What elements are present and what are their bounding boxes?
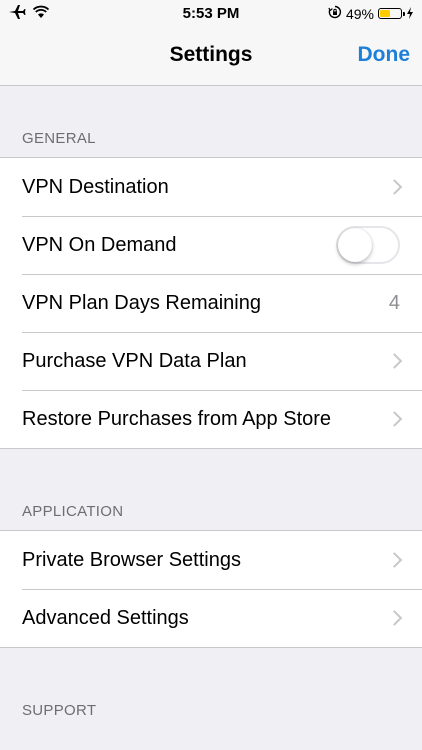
battery-fill — [380, 10, 390, 17]
orientation-lock-icon — [328, 5, 342, 22]
section-header-support: SUPPORT — [22, 702, 97, 719]
vpn-plan-days-row: VPN Plan Days Remaining 4 — [0, 274, 422, 332]
battery-tip — [403, 12, 405, 16]
battery-percent: 49% — [345, 5, 374, 22]
section-header-application: APPLICATION — [22, 503, 124, 520]
vpn-destination-row[interactable]: VPN Destination — [0, 158, 422, 216]
row-label: Private Browser Settings — [22, 548, 241, 571]
battery-icon — [378, 8, 405, 19]
status-right: 49% — [328, 5, 414, 22]
row-label: Purchase VPN Data Plan — [22, 349, 247, 372]
charging-bolt-icon — [406, 6, 414, 22]
row-label: Advanced Settings — [22, 606, 189, 629]
application-group: Private Browser Settings Advanced Settin… — [0, 530, 422, 648]
restore-purchases-row[interactable]: Restore Purchases from App Store — [0, 390, 422, 448]
advanced-settings-row[interactable]: Advanced Settings — [0, 589, 422, 647]
vpn-on-demand-toggle[interactable] — [336, 226, 400, 264]
row-label: VPN Destination — [22, 175, 169, 198]
section-header-general: GENERAL — [22, 130, 96, 147]
row-label: Restore Purchases from App Store — [22, 407, 332, 430]
general-group: VPN Destination VPN On Demand VPN Plan D… — [0, 157, 422, 449]
toggle-knob — [338, 228, 372, 262]
navigation-bar: Settings Done — [0, 28, 422, 86]
days-remaining-value: 4 — [388, 291, 400, 314]
vpn-on-demand-row: VPN On Demand — [0, 216, 422, 274]
done-button[interactable]: Done — [358, 43, 411, 67]
row-label: VPN Plan Days Remaining — [22, 291, 261, 314]
status-bar: 5:53 PM 49% — [0, 0, 422, 28]
purchase-vpn-data-plan-row[interactable]: Purchase VPN Data Plan — [0, 332, 422, 390]
private-browser-settings-row[interactable]: Private Browser Settings — [0, 531, 422, 589]
